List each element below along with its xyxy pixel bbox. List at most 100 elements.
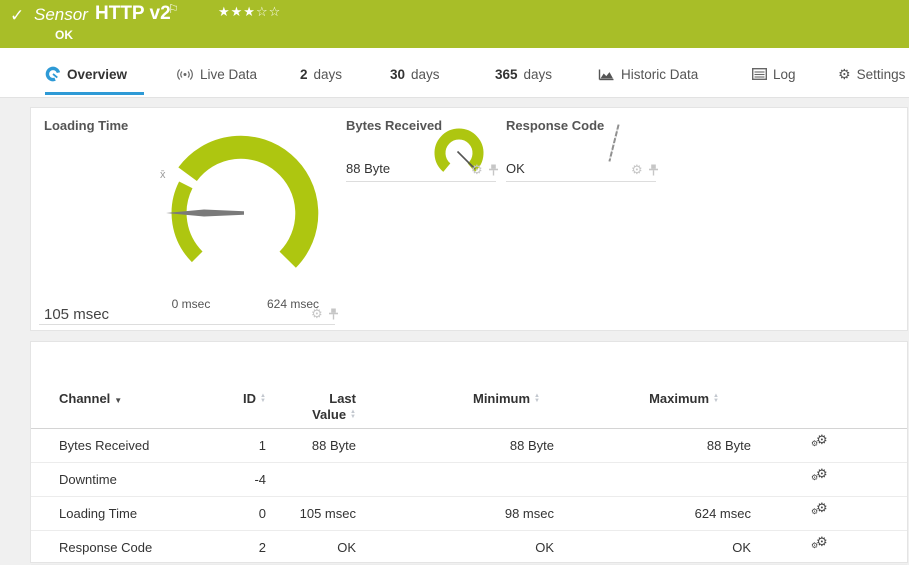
- cell-last-value: OK: [266, 531, 356, 564]
- cell-maximum: [554, 463, 751, 496]
- section-divider: [506, 181, 656, 182]
- pin-icon[interactable]: [648, 164, 659, 176]
- response-code-value: OK: [506, 161, 525, 176]
- column-label: Minimum: [473, 391, 530, 406]
- cell-channel: Bytes Received: [31, 429, 238, 462]
- tab-settings[interactable]: ⚙ Settings: [838, 62, 905, 86]
- cell-channel: Downtime: [31, 463, 238, 496]
- flag-icon[interactable]: ⚐: [168, 2, 179, 16]
- active-tab-underline: [45, 92, 144, 95]
- tab-label: Overview: [67, 67, 127, 82]
- log-list-icon: [752, 68, 767, 80]
- channel-settings-icon[interactable]: ⚙⚙: [811, 534, 831, 552]
- cell-id: 2: [238, 531, 266, 564]
- tab-label: Historic Data: [621, 67, 698, 82]
- tab-bar: Overview Live Data 2 days 30 days 365 da…: [0, 48, 909, 98]
- cell-maximum: 88 Byte: [554, 429, 751, 462]
- tab-365-days[interactable]: 365 days: [495, 62, 552, 86]
- stars-empty: ☆☆: [256, 4, 281, 19]
- sort-icon: ▲▼: [260, 394, 266, 404]
- historic-chart-icon: [598, 68, 615, 81]
- section-divider: [346, 181, 496, 182]
- column-label: Value: [312, 407, 346, 422]
- tab-30-days[interactable]: 30 days: [390, 62, 440, 86]
- tab-historic-data[interactable]: Historic Data: [598, 62, 698, 86]
- sort-icon: ▲▼: [534, 394, 540, 404]
- tab-label: days: [524, 67, 553, 82]
- stars-filled: ★★★: [218, 4, 256, 19]
- column-header-minimum[interactable]: Minimum ▲▼: [356, 391, 554, 428]
- loading-time-value: 105 msec: [44, 306, 109, 323]
- column-label: ID: [243, 391, 256, 406]
- sort-icon: ▲▼: [713, 394, 719, 404]
- tab-2-days[interactable]: 2 days: [300, 62, 342, 86]
- bytes-received-value: 88 Byte: [346, 161, 390, 176]
- cell-last-value: 105 msec: [266, 497, 356, 530]
- cell-maximum: 624 msec: [554, 497, 751, 530]
- object-kind-label: Sensor: [34, 5, 88, 25]
- tab-number: 365: [495, 67, 518, 82]
- gauge-section-title: Loading Time: [44, 118, 128, 133]
- tab-label: Live Data: [200, 67, 257, 82]
- cell-maximum: OK: [554, 531, 751, 564]
- loading-time-gauge: x̄: [156, 128, 326, 298]
- tab-log[interactable]: Log: [752, 62, 796, 86]
- gear-icon[interactable]: ⚙: [311, 308, 323, 320]
- gear-icon[interactable]: ⚙: [631, 164, 643, 176]
- table-row-response-code: Response Code 2 OK OK OK ⚙⚙: [31, 531, 907, 565]
- column-header-last-value[interactable]: LastValue▲▼: [266, 391, 356, 428]
- cell-minimum: 88 Byte: [356, 429, 554, 462]
- column-label: Channel: [59, 391, 110, 406]
- live-broadcast-icon: [176, 68, 194, 81]
- cell-id: 0: [238, 497, 266, 530]
- status-ok-check-icon: ✓: [10, 6, 24, 26]
- settings-gear-icon: ⚙: [838, 66, 851, 83]
- channel-table-header: Channel▼ ID▲▼ LastValue▲▼ Minimum▲▼ Maxi…: [31, 342, 907, 429]
- cell-last-value: [266, 463, 356, 496]
- column-header-channel[interactable]: Channel ▼: [31, 391, 238, 428]
- cell-channel: Response Code: [31, 531, 238, 564]
- pin-icon[interactable]: [328, 308, 339, 320]
- gauges-panel: Loading Time x̄ 0 msec 624 msec 105 msec…: [30, 107, 908, 331]
- tab-label: days: [411, 67, 440, 82]
- channel-settings-icon[interactable]: ⚙⚙: [811, 466, 831, 484]
- sort-caret-icon: ▼: [114, 396, 122, 405]
- average-marker: x̄: [160, 169, 166, 181]
- pin-icon[interactable]: [488, 164, 499, 176]
- tab-overview[interactable]: Overview: [45, 62, 127, 86]
- sensor-status-header: ✓ Sensor HTTP v2 ⚐ ★★★☆☆ OK: [0, 0, 909, 48]
- prtg-sensor-page: ✓ Sensor HTTP v2 ⚐ ★★★☆☆ OK Overview Liv…: [0, 0, 909, 562]
- column-label: Maximum: [649, 391, 709, 406]
- sensor-title: HTTP v2: [95, 3, 171, 25]
- channel-settings-icon[interactable]: ⚙⚙: [811, 500, 831, 518]
- gauge-section-title: Response Code: [506, 118, 604, 133]
- cell-minimum: [356, 463, 554, 496]
- column-header-maximum[interactable]: Maximum ▲▼: [554, 391, 751, 428]
- response-code-gauge-needle: [608, 124, 619, 161]
- gear-icon[interactable]: ⚙: [471, 164, 483, 176]
- cell-id: 1: [238, 429, 266, 462]
- cell-channel: Loading Time: [31, 497, 238, 530]
- column-header-id[interactable]: ID ▲▼: [238, 391, 266, 428]
- bytes-received-actions: ⚙: [471, 164, 499, 176]
- cell-minimum: OK: [356, 531, 554, 564]
- cell-id: -4: [238, 463, 266, 496]
- table-row-loading-time: Loading Time 0 105 msec 98 msec 624 msec…: [31, 497, 907, 531]
- table-row-bytes-received: Bytes Received 1 88 Byte 88 Byte 88 Byte…: [31, 429, 907, 463]
- sensor-status-text: OK: [55, 28, 73, 42]
- tab-number: 30: [390, 67, 405, 82]
- cell-minimum: 98 msec: [356, 497, 554, 530]
- section-divider: [39, 324, 335, 325]
- response-code-actions: ⚙: [631, 164, 659, 176]
- loading-time-actions: ⚙: [311, 308, 339, 320]
- gauge-section-title: Bytes Received: [346, 118, 442, 133]
- tab-live-data[interactable]: Live Data: [176, 62, 257, 86]
- tab-label: days: [314, 67, 343, 82]
- tab-label: Settings: [857, 67, 906, 82]
- gauge-icon: [45, 66, 61, 82]
- column-label: Last: [329, 391, 356, 406]
- gauge-min-label: 0 msec: [151, 297, 231, 311]
- tab-number: 2: [300, 67, 308, 82]
- priority-stars[interactable]: ★★★☆☆: [218, 4, 281, 20]
- channel-settings-icon[interactable]: ⚙⚙: [811, 432, 831, 450]
